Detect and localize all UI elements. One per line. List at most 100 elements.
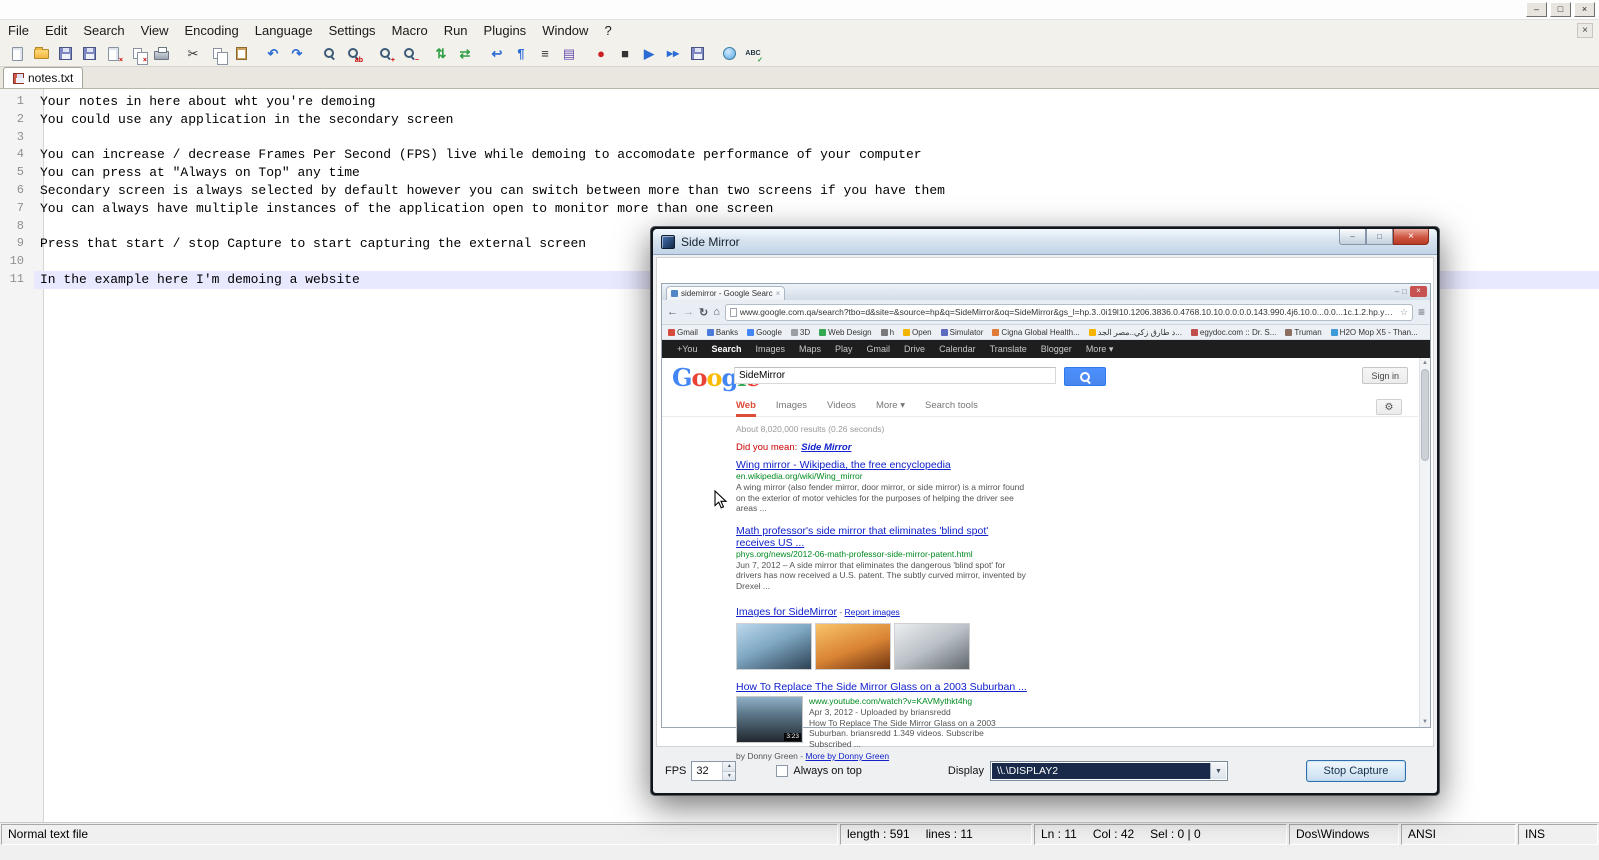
menu-encoding[interactable]: Encoding [177,20,247,41]
scrollbar-down-button[interactable]: ▼ [1420,717,1430,727]
google-search-input[interactable] [734,367,1056,384]
browser-tab[interactable]: sidemirror - Google Searc × [666,286,786,300]
bookmark-item[interactable]: Web Design [819,328,872,337]
tab-web[interactable]: Web [736,400,756,417]
save-macro-icon[interactable] [686,44,708,64]
minimize-button[interactable]: – [1395,287,1399,297]
result-title-link[interactable]: Math professor's side mirror that elimin… [736,525,1028,549]
fps-up-button[interactable]: ▲ [723,762,736,772]
did-you-mean-link[interactable]: Side Mirror [801,442,851,453]
print-icon[interactable] [150,44,172,64]
copy-icon[interactable] [206,44,228,65]
gbar-item-images[interactable]: Images [748,344,792,354]
gbar-item-gmail[interactable]: Gmail [860,344,898,354]
browser-scrollbar[interactable]: ▲ ▼ [1419,358,1430,727]
paste-icon[interactable] [230,44,252,64]
close-button[interactable]: × [1393,229,1429,245]
redo-icon[interactable]: ↷ [286,44,308,64]
maximize-button[interactable]: □ [1550,2,1571,17]
side-mirror-titlebar[interactable]: Side Mirror – □ × [653,229,1437,255]
home-icon[interactable]: ⌂ [713,306,720,318]
menu-settings[interactable]: Settings [321,20,384,41]
status-eol-format[interactable]: Dos\Windows [1289,824,1399,845]
mirror-image-thumbnail[interactable] [736,623,812,670]
find-icon[interactable] [318,44,340,64]
gbar-item-search[interactable]: Search [704,344,748,354]
save-all-icon[interactable] [78,44,100,64]
indent-guide-icon[interactable]: ≡ [534,44,556,64]
minimize-button[interactable]: – [1339,229,1366,245]
user-defined-dialog-icon[interactable]: ▤ [558,44,580,64]
browser-menu-icon[interactable]: ≡ [1418,305,1425,319]
maximize-button[interactable]: □ [1366,229,1393,245]
close-document-button[interactable]: × [1577,23,1593,38]
bookmark-item[interactable]: Simulator [940,328,983,337]
close-file-icon[interactable]: × [102,44,124,64]
stop-capture-button[interactable]: Stop Capture [1305,760,1406,782]
scrollbar-thumb[interactable] [1421,369,1429,461]
tab-search-tools[interactable]: Search tools [925,400,978,411]
forward-icon[interactable]: → [683,306,694,318]
macro-run-multiple-icon[interactable]: ▶▶ [662,44,684,64]
search-settings-button[interactable]: ⚙ [1376,399,1402,415]
display-select[interactable]: \\.\DISPLAY2 ▼ [989,761,1228,781]
status-insert-mode[interactable]: INS [1518,824,1598,845]
close-button[interactable]: × [1574,2,1595,17]
fps-stepper[interactable]: 32 ▲ ▼ [691,761,737,781]
menu-edit[interactable]: Edit [37,20,75,41]
menu-language[interactable]: Language [247,20,321,41]
menu-plugins[interactable]: Plugins [476,20,535,41]
show-all-characters-icon[interactable]: ¶ [510,44,532,64]
status-encoding[interactable]: ANSI [1401,824,1516,845]
fps-down-button[interactable]: ▼ [723,771,736,780]
bookmark-item[interactable]: Truman [1285,328,1322,337]
sign-in-button[interactable]: Sign in [1362,367,1408,384]
new-file-icon[interactable] [6,44,28,64]
bookmark-item[interactable]: Google [747,328,782,337]
gbar-item-calendar[interactable]: Calendar [932,344,983,354]
close-button[interactable]: × [1410,286,1427,297]
gbar-item-you[interactable]: +You [670,344,704,354]
undo-icon[interactable]: ↶ [262,44,284,64]
reload-icon[interactable]: ↻ [699,306,708,319]
bookmark-item[interactable]: Banks [706,328,738,337]
images-title-link[interactable]: Images for SideMirror [736,606,837,618]
gbar-item-play[interactable]: Play [828,344,860,354]
tab-videos[interactable]: Videos [827,400,856,411]
result-title-link[interactable]: Wing mirror - Wikipedia, the free encycl… [736,459,1028,471]
gbar-item-more[interactable]: More ▾ [1079,344,1121,355]
minimize-button[interactable]: – [1526,2,1547,17]
menu-macro[interactable]: Macro [384,20,436,41]
mirror-image-thumbnail[interactable] [894,623,970,670]
scrollbar-up-button[interactable]: ▲ [1420,358,1430,368]
gbar-item-translate[interactable]: Translate [983,344,1034,354]
menu-help[interactable]: ? [596,20,619,41]
bookmark-item[interactable]: h [880,328,894,337]
tab-close-icon[interactable]: × [776,289,781,298]
sync-horizontal-icon[interactable]: ⇄ [454,44,476,64]
menu-file[interactable]: File [0,20,37,41]
always-on-top-checkbox[interactable] [776,765,789,777]
back-icon[interactable]: ← [667,306,678,318]
launch-in-browser-icon[interactable] [718,44,740,64]
bookmark-star-icon[interactable]: ☆ [1400,307,1408,318]
tab-notes-txt[interactable]: notes.txt [3,67,84,88]
cut-icon[interactable]: ✂ [182,44,204,64]
video-thumbnail[interactable]: 3:23 [736,696,803,743]
bookmark-item[interactable]: egydoc.com :: Dr. S... [1190,328,1276,337]
gbar-item-blogger[interactable]: Blogger [1034,344,1079,354]
address-bar[interactable]: www.google.com.qa/search?tbo=d&site=&sou… [724,303,1413,321]
macro-stop-icon[interactable]: ■ [614,44,636,64]
spell-check-icon[interactable]: ABC ✓ [742,44,764,64]
menu-search[interactable]: Search [75,20,132,41]
zoom-out-icon[interactable]: − [398,44,420,64]
gbar-item-maps[interactable]: Maps [792,344,828,354]
menu-run[interactable]: Run [436,20,476,41]
bookmark-item[interactable]: د طارق زكي..مصر الجد... [1088,328,1182,337]
gbar-item-drive[interactable]: Drive [897,344,932,354]
menu-view[interactable]: View [133,20,177,41]
bookmark-item[interactable]: Open [903,328,932,337]
word-wrap-icon[interactable]: ↩ [486,44,508,64]
replace-icon[interactable]: ab [342,44,364,64]
google-search-button[interactable] [1064,367,1106,386]
